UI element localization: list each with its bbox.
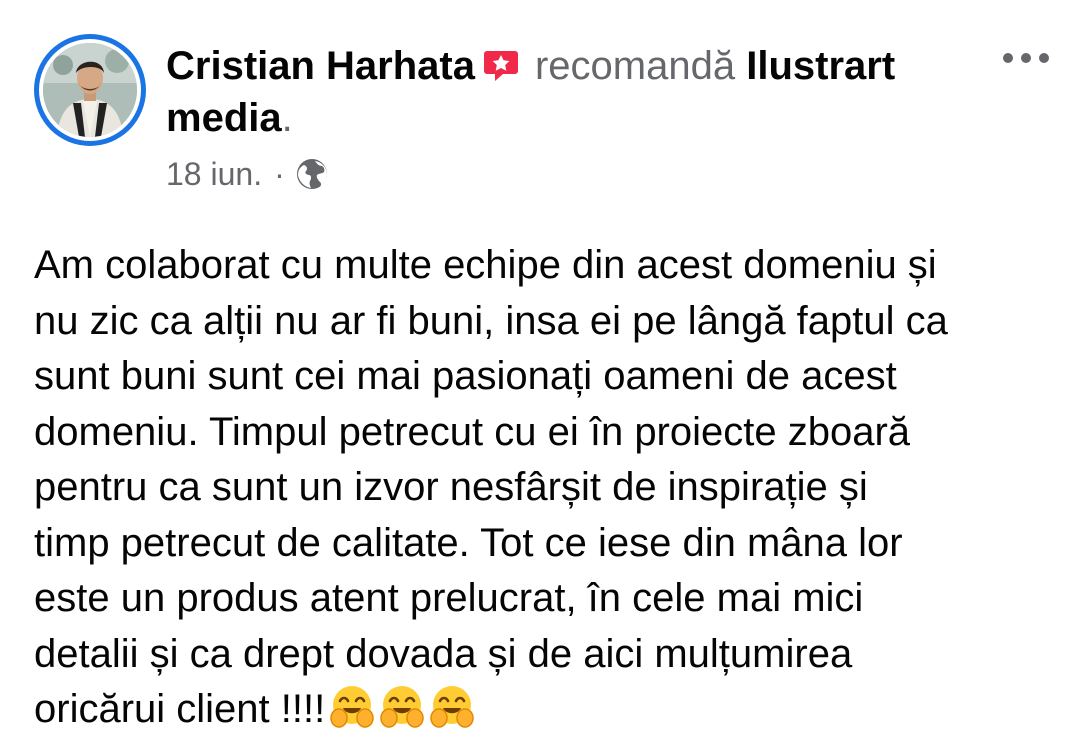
post-body-last-line: oricărui client !!!! — [34, 682, 1054, 738]
post-body-line: sunt buni sunt cei mai pasionați oameni … — [34, 354, 897, 398]
avatar-photo — [43, 43, 137, 137]
meta-separator: · — [274, 156, 285, 192]
hugging-face-emoji-icon — [329, 684, 375, 730]
recommendation-post: Cristian Harhata recomandă Ilustrart media… — [0, 0, 1080, 753]
avatar-image — [43, 43, 137, 137]
post-body-line: Am colaborat cu multe echipe din acest d… — [34, 243, 937, 287]
page-name-line2: media — [166, 96, 282, 140]
post-body-line: este un produs atent prelucrat, în cele … — [34, 576, 864, 620]
globe-icon[interactable] — [295, 157, 329, 191]
post-body-line: pentru ca sunt un izvor nesfârșit de ins… — [34, 465, 868, 509]
page-name-line1: Ilustrart — [746, 44, 896, 88]
more-options-icon[interactable] — [1000, 46, 1052, 70]
post-meta: 18 iun. · — [166, 152, 329, 196]
post-body-line: domeniu. Timpul petrecut cu ei în proiec… — [34, 409, 911, 454]
avatar-border — [39, 39, 141, 141]
author-name[interactable]: Cristian Harhata — [166, 44, 475, 88]
page-name-period: . — [281, 96, 293, 140]
post-date[interactable]: 18 iun. — [166, 152, 262, 196]
avatar[interactable] — [34, 34, 146, 146]
post-body: Am colaborat cu multe echipe din acest d… — [34, 238, 1054, 738]
recommend-action-text: recomandă — [534, 44, 736, 88]
post-header: Cristian Harhata recomandă Ilustrart media… — [166, 40, 986, 144]
post-body-line: nu zic ca alții nu ar fi buni, insa ei p… — [34, 298, 948, 343]
hugging-face-emoji-icon — [429, 684, 475, 730]
post-body-line: oricărui client !!!! — [34, 687, 326, 731]
post-body-line: timp petrecut de calitate. Tot ce iese d… — [34, 520, 903, 565]
post-body-line: detalii și ca drept dovada și de aici mu… — [34, 631, 853, 676]
recommend-badge-icon — [483, 44, 519, 81]
hugging-face-emoji-icon — [379, 684, 425, 730]
